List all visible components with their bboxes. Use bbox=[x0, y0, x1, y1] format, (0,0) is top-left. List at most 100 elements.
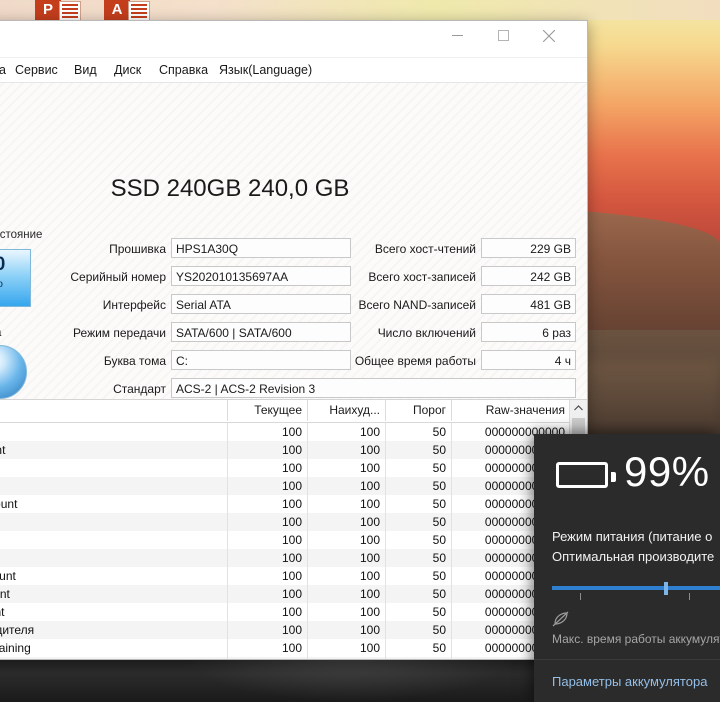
powerpoint-icon[interactable]: P bbox=[35, 0, 81, 21]
table-row[interactable]: tal TLC Erase Count10010050000000000000 bbox=[0, 549, 587, 567]
smart-attributes-table: рибут Текущее Наихуд... Порог Raw-значен… bbox=[0, 399, 587, 659]
close-button[interactable] bbox=[526, 21, 572, 51]
table-row[interactable]: wer-On Hours10010050000000000004 bbox=[0, 459, 587, 477]
crystaldiskinfo-window: kInfo 8.0.0 x64 а Сервис Вид Диск Справк… bbox=[0, 20, 588, 660]
field-transfer-mode: Режим передачи SATA/600 | SATA/600 bbox=[73, 322, 351, 344]
battery-icon bbox=[556, 462, 616, 488]
table-row[interactable]: lid Spare Blocks10010050000000000000 bbox=[0, 513, 587, 531]
field-total-host-writes-value[interactable]: 242 GB bbox=[481, 266, 576, 286]
power-mode-slider-track bbox=[552, 586, 720, 590]
cell-worst: 100 bbox=[308, 441, 386, 459]
cell-current: 100 bbox=[228, 513, 308, 531]
menu-item-language[interactable]: Язык(Language) bbox=[213, 60, 318, 80]
power-mode-slider-thumb[interactable] bbox=[664, 582, 668, 595]
column-header-attribute[interactable]: рибут bbox=[0, 400, 228, 421]
cell-current: 100 bbox=[228, 549, 308, 567]
cell-current: 100 bbox=[228, 567, 308, 585]
battery-flyout-divider bbox=[534, 659, 720, 660]
field-serial-value[interactable]: YS202010135697AA bbox=[171, 266, 351, 286]
table-row[interactable]: aximum TLC Erase Count100100500000000000… bbox=[0, 567, 587, 585]
cell-current: 100 bbox=[228, 531, 308, 549]
field-power-on-hours: Общее время работы 4 ч bbox=[355, 350, 576, 372]
field-interface-value[interactable]: Serial ATA bbox=[171, 294, 351, 314]
eco-leaf-icon bbox=[552, 611, 572, 629]
column-header-threshold[interactable]: Порог bbox=[386, 400, 452, 421]
menu-item-disk[interactable]: Диск bbox=[108, 60, 147, 80]
cell-threshold: 50 bbox=[386, 567, 452, 585]
table-row[interactable]: nimum TLC Erase Count1001005000000000000… bbox=[0, 585, 587, 603]
field-firmware: Прошивка HPS1A30Q bbox=[109, 238, 351, 260]
table-row[interactable]: ncorrectable Sector Count100100500000000… bbox=[0, 495, 587, 513]
table-row[interactable]: wer Cycle Count10010050000000000006 bbox=[0, 477, 587, 495]
cell-threshold: 50 bbox=[386, 621, 452, 639]
cell-name: wer Cycle Count bbox=[0, 477, 228, 495]
cell-worst: 100 bbox=[308, 477, 386, 495]
cell-threshold: 50 bbox=[386, 531, 452, 549]
column-header-current[interactable]: Текущее bbox=[228, 400, 308, 421]
cell-threshold: 50 bbox=[386, 513, 452, 531]
field-power-on-count-value[interactable]: 6 раз bbox=[481, 322, 576, 342]
cell-worst: 100 bbox=[308, 423, 386, 441]
table-row[interactable]: rcentage Lifetime Remaining1001005000000… bbox=[0, 639, 587, 657]
cell-worst: 100 bbox=[308, 639, 386, 657]
scroll-up-arrow-icon[interactable] bbox=[570, 400, 587, 417]
column-header-worst[interactable]: Наихуд... bbox=[308, 400, 386, 421]
field-interface: Интерфейс Serial ATA bbox=[103, 294, 351, 316]
cell-current: 100 bbox=[228, 639, 308, 657]
field-standard-label: Стандарт bbox=[113, 382, 166, 396]
field-volume-letter-value[interactable]: C: bbox=[171, 350, 351, 370]
column-header-raw[interactable]: Raw-значения bbox=[452, 400, 570, 421]
field-transfer-mode-label: Режим передачи bbox=[73, 326, 166, 340]
cell-current: 100 bbox=[228, 459, 308, 477]
access-doc-icon bbox=[128, 1, 150, 21]
cell-name: nimum TLC Erase Count bbox=[0, 585, 228, 603]
health-status-indicator[interactable]: 0 о bbox=[0, 249, 31, 307]
cell-threshold: 50 bbox=[386, 639, 452, 657]
cell-name: ецификации производителя bbox=[0, 621, 228, 639]
battery-saver-note: Макс. время работы аккумулят bbox=[552, 632, 720, 646]
table-row[interactable]: itial Invalid Blocks10010050000000000400 bbox=[0, 531, 587, 549]
table-row[interactable]: w Read Error Rate10010050000000000000 bbox=[0, 423, 587, 441]
field-firmware-value[interactable]: HPS1A30Q bbox=[171, 238, 351, 258]
cell-threshold: 50 bbox=[386, 657, 452, 659]
table-row[interactable]: erage TLC Erase Count1001005000000000000… bbox=[0, 603, 587, 621]
battery-settings-link[interactable]: Параметры аккумулятора bbox=[552, 674, 707, 689]
menu-bar: а Сервис Вид Диск Справка Язык(Language) bbox=[0, 58, 587, 83]
field-total-nand-writes-label: Всего NAND-записей bbox=[358, 298, 476, 312]
battery-flyout-main: 99% Режим питания (питание о Оптимальная… bbox=[534, 434, 720, 659]
field-volume-letter-label: Буква тома bbox=[103, 354, 166, 368]
menu-item-view[interactable]: Вид bbox=[68, 60, 103, 80]
cell-worst: 100 bbox=[308, 603, 386, 621]
cell-name: aximum TLC Erase Count bbox=[0, 567, 228, 585]
table-row[interactable]: ецификации производителя1001005000000000… bbox=[0, 621, 587, 639]
cell-threshold: 50 bbox=[386, 477, 452, 495]
power-mode-label-line1: Режим питания (питание о bbox=[552, 529, 713, 544]
table-row[interactable]: allocated Sectors Count10010050000000000… bbox=[0, 441, 587, 459]
cell-current: 100 bbox=[228, 621, 308, 639]
menu-item-help[interactable]: Справка bbox=[153, 60, 214, 80]
field-serial-label: Серийный номер bbox=[70, 270, 166, 284]
field-total-host-reads-value[interactable]: 229 GB bbox=[481, 238, 576, 258]
field-standard-value[interactable]: ACS-2 | ACS-2 Revision 3 bbox=[171, 378, 576, 398]
access-icon[interactable]: A bbox=[104, 0, 150, 21]
cell-name: allocated Sectors Count bbox=[0, 441, 228, 459]
smart-table-header: рибут Текущее Наихуд... Порог Raw-значен… bbox=[0, 400, 587, 423]
table-row[interactable]: ецификации производителя1001005000000100… bbox=[0, 657, 587, 659]
cell-name: erage TLC Erase Count bbox=[0, 603, 228, 621]
cell-worst: 100 bbox=[308, 549, 386, 567]
menu-item-service[interactable]: Сервис bbox=[9, 60, 64, 80]
maximize-button[interactable] bbox=[480, 21, 526, 51]
minimize-button[interactable] bbox=[434, 21, 480, 51]
field-serial: Серийный номер YS202010135697AA bbox=[70, 266, 351, 288]
field-transfer-mode-value[interactable]: SATA/600 | SATA/600 bbox=[171, 322, 351, 342]
temperature-indicator[interactable] bbox=[0, 345, 27, 399]
field-total-nand-writes-value[interactable]: 481 GB bbox=[481, 294, 576, 314]
power-mode-slider[interactable] bbox=[552, 582, 720, 602]
disk-model-title: SSD 240GB 240,0 GB bbox=[110, 175, 350, 202]
window-titlebar[interactable]: kInfo 8.0.0 x64 bbox=[0, 21, 587, 58]
field-power-on-count-label: Число включений bbox=[377, 326, 476, 340]
cell-worst: 100 bbox=[308, 567, 386, 585]
field-power-on-hours-value[interactable]: 4 ч bbox=[481, 350, 576, 370]
cell-current: 100 bbox=[228, 423, 308, 441]
cell-threshold: 50 bbox=[386, 585, 452, 603]
